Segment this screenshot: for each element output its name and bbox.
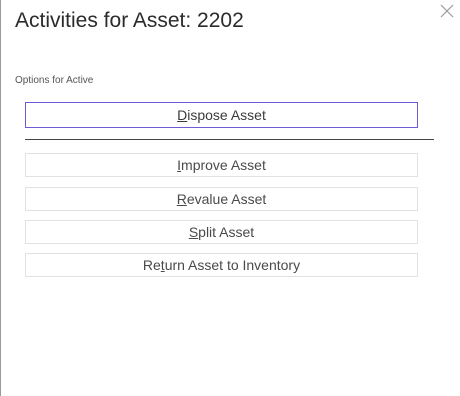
button-label-suffix: plit Asset: [198, 224, 255, 240]
button-label-suffix: urn Asset to Inventory: [164, 257, 301, 273]
close-icon: [438, 2, 456, 20]
dialog-title: Activities for Asset: 2202: [15, 9, 244, 32]
asset-activities-dialog: Activities for Asset: 2202 Options for A…: [0, 0, 460, 396]
button-mnemonic: R: [176, 191, 187, 207]
button-label-suffix: evalue Asset: [186, 191, 267, 207]
revalue-asset-button[interactable]: Revalue Asset: [25, 187, 418, 211]
button-mnemonic: D: [177, 107, 188, 123]
options-section-label: Options for Active: [15, 75, 94, 86]
button-label-prefix: Re: [142, 257, 161, 273]
return-asset-to-inventory-button[interactable]: Re t urn Asset to Inventory: [25, 253, 418, 277]
button-label-suffix: ispose Asset: [187, 107, 266, 123]
split-asset-button[interactable]: Split Asset: [25, 220, 418, 244]
improve-asset-button[interactable]: Improve Asset: [25, 153, 418, 177]
dispose-asset-button[interactable]: Dispose Asset: [25, 102, 418, 128]
divider: [25, 139, 434, 140]
close-button[interactable]: [438, 2, 456, 20]
button-mnemonic: S: [188, 224, 199, 240]
button-label-suffix: mprove Asset: [181, 157, 266, 173]
